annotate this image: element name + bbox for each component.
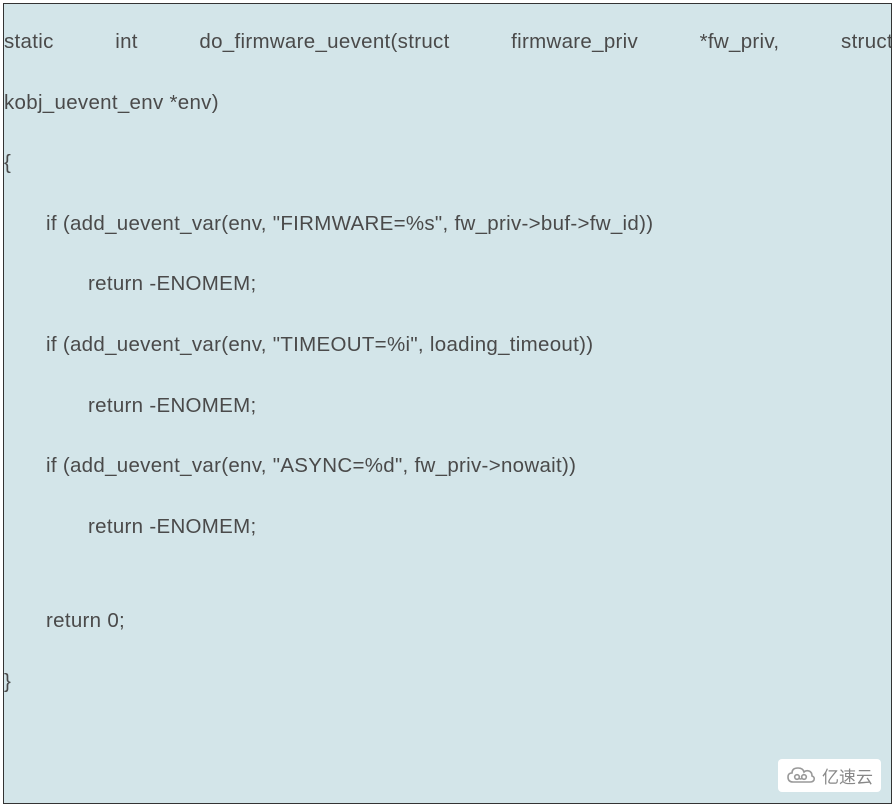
code-line-3: {: [4, 151, 891, 176]
code-line-4: if (add_uevent_var(env, "FIRMWARE=%s", f…: [4, 212, 891, 237]
cloud-icon: [786, 765, 816, 787]
token-struct2: struct: [841, 30, 892, 55]
token-funcname: do_firmware_uevent(struct: [199, 30, 449, 55]
code-line-9: return -ENOMEM;: [4, 515, 891, 540]
code-line-2: kobj_uevent_env *env): [4, 91, 891, 116]
code-line-8: if (add_uevent_var(env, "ASYNC=%d", fw_p…: [4, 454, 891, 479]
code-content: static int do_firmware_uevent(struct fir…: [4, 4, 891, 695]
code-line-5: return -ENOMEM;: [4, 272, 891, 297]
token-type1: firmware_priv: [511, 30, 638, 55]
token-param1: *fw_priv,: [700, 30, 780, 55]
watermark-text: 亿速云: [822, 763, 873, 788]
watermark: 亿速云: [778, 759, 881, 792]
code-line-7: return -ENOMEM;: [4, 394, 891, 419]
code-line-6: if (add_uevent_var(env, "TIMEOUT=%i", lo…: [4, 333, 891, 358]
token-static: static: [4, 30, 54, 55]
code-line-1: static int do_firmware_uevent(struct fir…: [4, 4, 892, 55]
token-int: int: [115, 30, 138, 55]
code-line-10: return 0;: [4, 609, 891, 634]
code-line-11: }: [4, 670, 891, 695]
code-block: static int do_firmware_uevent(struct fir…: [3, 3, 892, 804]
